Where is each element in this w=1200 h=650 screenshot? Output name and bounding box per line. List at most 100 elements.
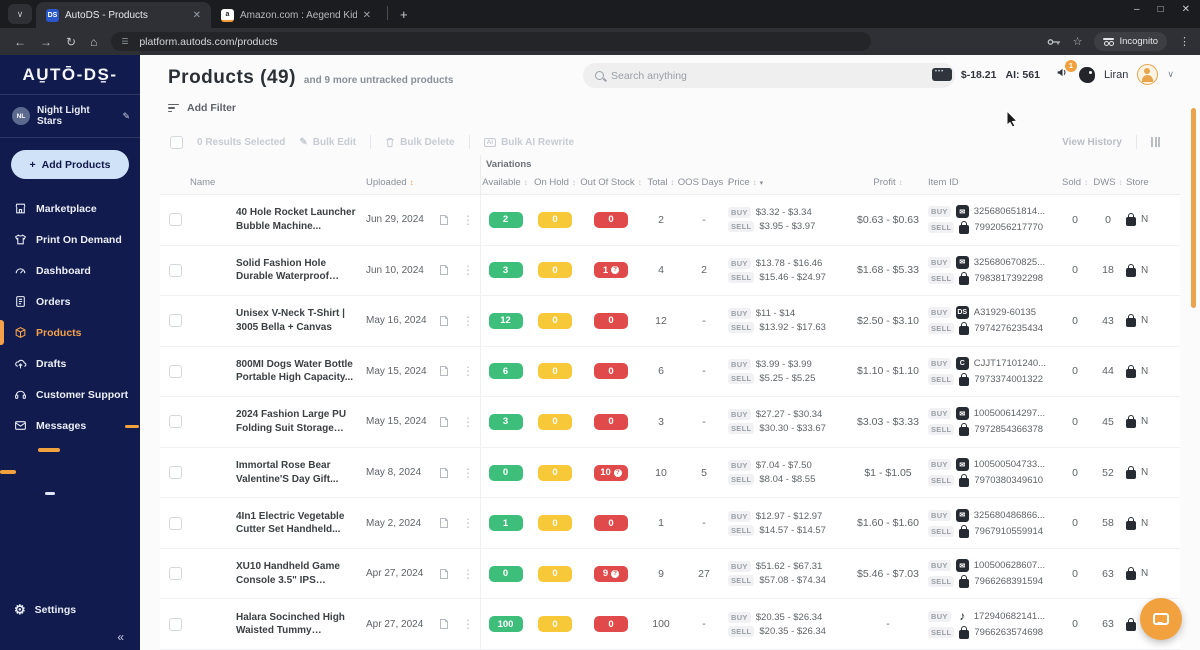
select-all-checkbox[interactable] — [170, 135, 183, 149]
row-menu-icon[interactable]: ⋮ — [456, 364, 480, 378]
product-name[interactable]: Immortal Rose Bear Valentine'S Day Gift.… — [236, 459, 366, 486]
row-checkbox[interactable] — [168, 617, 182, 631]
buy-item-id[interactable]: A31929-60135 — [974, 307, 1036, 318]
sidebar-item-print-on-demand[interactable]: Print On Demand — [0, 224, 140, 255]
info-icon[interactable]: ? — [611, 266, 620, 275]
sidebar-item-marketplace[interactable]: Marketplace — [0, 193, 140, 224]
sell-item-id[interactable]: 7972854366378 — [974, 424, 1043, 435]
note-button[interactable] — [432, 599, 456, 649]
col-price[interactable]: Price ↕ ▾ — [728, 177, 848, 188]
note-button[interactable] — [432, 448, 456, 498]
sidebar-item-drafts[interactable]: Drafts — [0, 348, 140, 379]
sell-item-id[interactable]: 7983817392298 — [974, 273, 1043, 284]
col-uploaded[interactable]: Uploaded ↕ — [366, 177, 432, 188]
product-name[interactable]: 800MI Dogs Water Bottle Portable High Ca… — [236, 358, 366, 385]
reload-button[interactable]: ↻ — [66, 35, 76, 49]
product-name[interactable]: Halara Socinched High Waisted Tummy Cont… — [236, 611, 366, 638]
buy-item-id[interactable]: 100500504733... — [974, 459, 1045, 470]
table-row[interactable]: 4In1 Electric Vegetable Cutter Set Handh… — [160, 498, 1180, 549]
table-row[interactable]: Halara Socinched High Waisted Tummy Cont… — [160, 599, 1180, 650]
row-checkbox[interactable] — [168, 364, 182, 378]
sell-item-id[interactable]: 7973374001322 — [974, 374, 1043, 385]
sell-item-id[interactable]: 7974276235434 — [974, 323, 1043, 334]
col-sold[interactable]: Sold ↕ — [1060, 177, 1090, 188]
product-name[interactable]: XU10 Handheld Game Console 3.5" IPS Scre… — [236, 560, 366, 587]
sell-item-id[interactable]: 7992056217770 — [974, 222, 1043, 233]
sell-item-id[interactable]: 7966268391594 — [974, 576, 1043, 587]
col-available[interactable]: Available ↕ — [480, 177, 530, 188]
minimize-button[interactable]: – — [1134, 4, 1140, 15]
info-icon[interactable]: ? — [611, 569, 620, 578]
sidebar-item-products[interactable]: Products — [0, 317, 140, 348]
row-menu-icon[interactable]: ⋮ — [456, 263, 480, 277]
note-button[interactable] — [432, 195, 456, 245]
table-row[interactable]: Solid Fashion Hole Durable Waterproof Be… — [160, 245, 1180, 297]
back-button[interactable]: ← — [14, 35, 26, 49]
close-tab-icon[interactable]: ✕ — [363, 10, 371, 21]
sidebar-item-messages[interactable]: Messages — [0, 410, 140, 441]
buy-item-id[interactable]: 100500628607... — [974, 560, 1045, 571]
buy-item-id[interactable]: 172940682141... — [974, 611, 1045, 622]
bulk-edit-button[interactable]: ✎ Bulk Edit — [299, 137, 356, 148]
sidebar-item-dashboard[interactable]: Dashboard — [0, 255, 140, 286]
row-checkbox[interactable] — [168, 466, 182, 479]
col-profit[interactable]: Profit ↕ — [848, 177, 928, 188]
table-row[interactable]: XU10 Handheld Game Console 3.5" IPS Scre… — [160, 548, 1180, 600]
buy-item-id[interactable]: 325680651814... — [974, 206, 1045, 217]
note-button[interactable] — [432, 397, 456, 447]
buy-item-id[interactable]: 325680670825... — [974, 257, 1045, 268]
forward-button[interactable]: → — [40, 35, 52, 49]
row-menu-icon[interactable]: ⋮ — [456, 415, 480, 429]
table-row[interactable]: Immortal Rose Bear Valentine'S Day Gift.… — [160, 447, 1180, 499]
col-oos-days[interactable]: OOS Days ↕ — [678, 177, 730, 188]
table-row[interactable]: 40 Hole Rocket Launcher Bubble Machine..… — [160, 195, 1180, 246]
sell-item-id[interactable]: 7967910559914 — [974, 526, 1043, 537]
row-menu-icon[interactable]: ⋮ — [456, 516, 480, 530]
new-tab-button[interactable]: + — [400, 7, 408, 22]
tab-list-button[interactable]: ∨ — [8, 4, 32, 24]
site-settings-icon[interactable]: ☰ — [121, 37, 131, 46]
row-checkbox[interactable] — [168, 415, 182, 429]
sell-item-id[interactable]: 7970380349610 — [974, 475, 1043, 486]
sidebar-item-orders[interactable]: Orders — [0, 286, 140, 317]
row-checkbox[interactable] — [168, 567, 182, 581]
sidebar-item-settings[interactable]: ⚙ Settings — [0, 602, 140, 618]
sidebar-item-customer-support[interactable]: Customer Support — [0, 379, 140, 410]
mascot-icon[interactable] — [1078, 66, 1095, 83]
view-history-button[interactable]: View History — [1062, 137, 1122, 148]
avatar[interactable] — [1137, 64, 1159, 85]
scrollbar[interactable] — [1191, 108, 1196, 308]
browser-menu-icon[interactable]: ⋮ — [1179, 35, 1190, 48]
chevron-down-icon[interactable]: ∨ — [1167, 69, 1174, 80]
tab-autods[interactable]: DS AutoDS - Products ✕ — [36, 2, 211, 28]
search-bar[interactable] — [583, 63, 955, 88]
close-tab-icon[interactable]: ✕ — [193, 10, 201, 21]
row-checkbox[interactable] — [168, 263, 182, 277]
col-dws[interactable]: DWS ↕ — [1090, 177, 1126, 188]
sell-item-id[interactable]: 7966263574698 — [974, 627, 1043, 638]
row-menu-icon[interactable]: ⋮ — [456, 617, 480, 631]
maximize-button[interactable]: □ — [1158, 4, 1164, 15]
product-name[interactable]: 2024 Fashion Large PU Folding Suit Stora… — [236, 408, 366, 435]
search-input[interactable] — [611, 69, 911, 82]
bookmark-star-icon[interactable]: ☆ — [1073, 35, 1083, 48]
store-selector[interactable]: NL Night Light Stars ✎ — [0, 95, 140, 127]
row-menu-icon[interactable]: ⋮ — [456, 567, 480, 581]
note-button[interactable] — [432, 296, 456, 346]
product-name[interactable]: 40 Hole Rocket Launcher Bubble Machine..… — [236, 206, 366, 233]
row-menu-icon[interactable]: ⋮ — [456, 213, 480, 227]
row-menu-icon[interactable]: ⋮ — [456, 314, 480, 328]
note-button[interactable] — [432, 246, 456, 296]
password-key-icon[interactable] — [1047, 37, 1061, 47]
edit-store-icon[interactable]: ✎ — [122, 111, 130, 122]
note-button[interactable] — [432, 549, 456, 599]
col-out-of-stock[interactable]: Out Of Stock ↕ — [580, 177, 642, 188]
note-button[interactable] — [432, 498, 456, 548]
close-window-button[interactable]: ✕ — [1182, 4, 1190, 15]
url-bar[interactable]: ☰ platform.autods.com/products — [111, 32, 872, 51]
product-name[interactable]: 4In1 Electric Vegetable Cutter Set Handh… — [236, 510, 366, 537]
col-on-hold[interactable]: On Hold ↕ — [530, 177, 580, 188]
note-button[interactable] — [432, 347, 456, 397]
columns-icon[interactable] — [1151, 137, 1160, 147]
table-row[interactable]: 2024 Fashion Large PU Folding Suit Stora… — [160, 397, 1180, 448]
